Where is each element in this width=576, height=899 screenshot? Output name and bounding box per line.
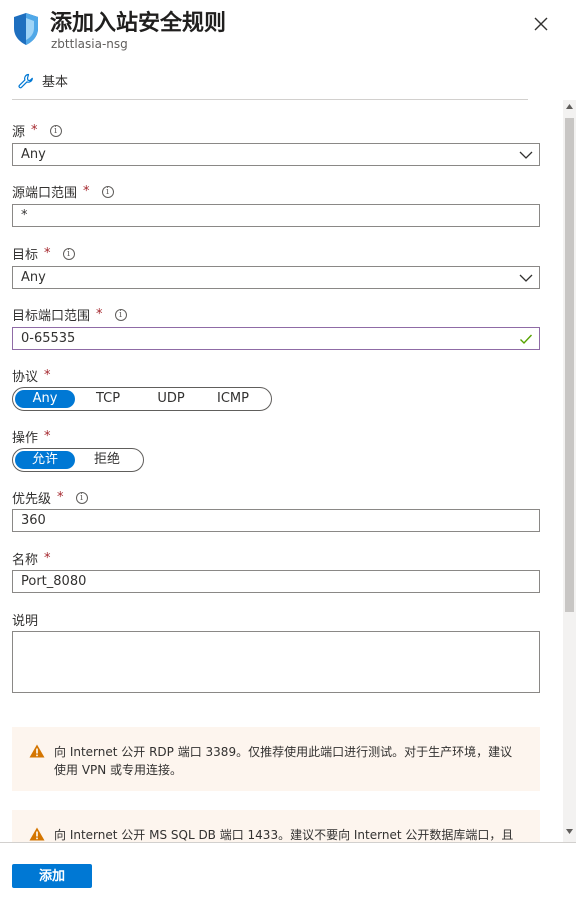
name-input[interactable]: Port_8080 xyxy=(12,570,540,593)
panel-footer: 添加 xyxy=(0,842,576,899)
priority-input[interactable]: 360 xyxy=(12,509,540,532)
tab-basic[interactable]: 基本 xyxy=(18,71,68,90)
info-icon[interactable]: i xyxy=(101,185,114,198)
action-toggle[interactable]: 允许 拒绝 xyxy=(12,448,144,472)
warning-alert-rdp: 向 Internet 公开 RDP 端口 3389。仅推荐使用此端口进行测试。对… xyxy=(12,727,540,791)
description-textarea[interactable] xyxy=(12,631,540,693)
source-port-label: 源端口范围 * i xyxy=(12,182,114,201)
scrollbar-thumb[interactable] xyxy=(565,118,574,612)
info-icon[interactable]: i xyxy=(62,247,75,260)
scroll-up-arrow-icon[interactable] xyxy=(566,104,573,109)
action-option-allow[interactable]: 允许 xyxy=(15,451,75,469)
name-label: 名称 * xyxy=(12,551,51,568)
warning-icon xyxy=(29,744,45,758)
checkmark-icon xyxy=(520,334,533,345)
source-select[interactable]: Any xyxy=(12,143,540,166)
wrench-icon xyxy=(18,73,33,88)
destination-label: 目标 * i xyxy=(12,244,75,263)
form-scroll-area: 源 * i Any 源端口范围 * i * 目标 * i Any 目标端口范围 * i 0-65… xyxy=(0,100,576,842)
info-icon[interactable]: i xyxy=(49,124,62,137)
protocol-label: 协议 * xyxy=(12,368,51,385)
protocol-option-tcp[interactable]: TCP xyxy=(75,390,141,408)
page-subtitle: zbttlasia-nsg xyxy=(51,37,128,51)
dest-port-input[interactable]: 0-65535 xyxy=(12,327,540,350)
close-icon[interactable] xyxy=(530,13,552,35)
protocol-option-udp[interactable]: UDP xyxy=(141,390,201,408)
source-label: 源 * i xyxy=(12,121,62,140)
tab-bar: 基本 xyxy=(12,70,528,100)
destination-select[interactable]: Any xyxy=(12,266,540,289)
page-title: 添加入站安全规则 xyxy=(50,11,227,36)
protocol-option-icmp[interactable]: ICMP xyxy=(201,390,265,408)
priority-label: 优先级 * i xyxy=(12,488,88,507)
source-port-input[interactable]: * xyxy=(12,204,540,227)
add-button[interactable]: 添加 xyxy=(12,864,92,888)
chevron-down-icon xyxy=(519,274,533,282)
protocol-option-any[interactable]: Any xyxy=(15,390,75,408)
protocol-toggle[interactable]: Any TCP UDP ICMP xyxy=(12,387,272,411)
info-icon[interactable]: i xyxy=(114,308,127,321)
action-label: 操作 * xyxy=(12,429,51,446)
shield-icon xyxy=(14,13,38,45)
scroll-down-arrow-icon[interactable] xyxy=(566,829,573,834)
dest-port-label: 目标端口范围 * i xyxy=(12,305,127,324)
panel-header: 添加入站安全规则 zbttlasia-nsg xyxy=(0,0,576,64)
info-icon[interactable]: i xyxy=(75,491,88,504)
action-option-deny[interactable]: 拒绝 xyxy=(75,451,139,469)
vertical-scrollbar[interactable] xyxy=(563,100,576,842)
warning-icon xyxy=(29,827,45,841)
tab-basic-label: 基本 xyxy=(42,75,69,90)
warning-alert-sql: 向 Internet 公开 MS SQL DB 端口 1433。建议不要向 In… xyxy=(12,810,540,842)
chevron-down-icon xyxy=(519,151,533,159)
description-label: 说明 xyxy=(12,614,39,629)
